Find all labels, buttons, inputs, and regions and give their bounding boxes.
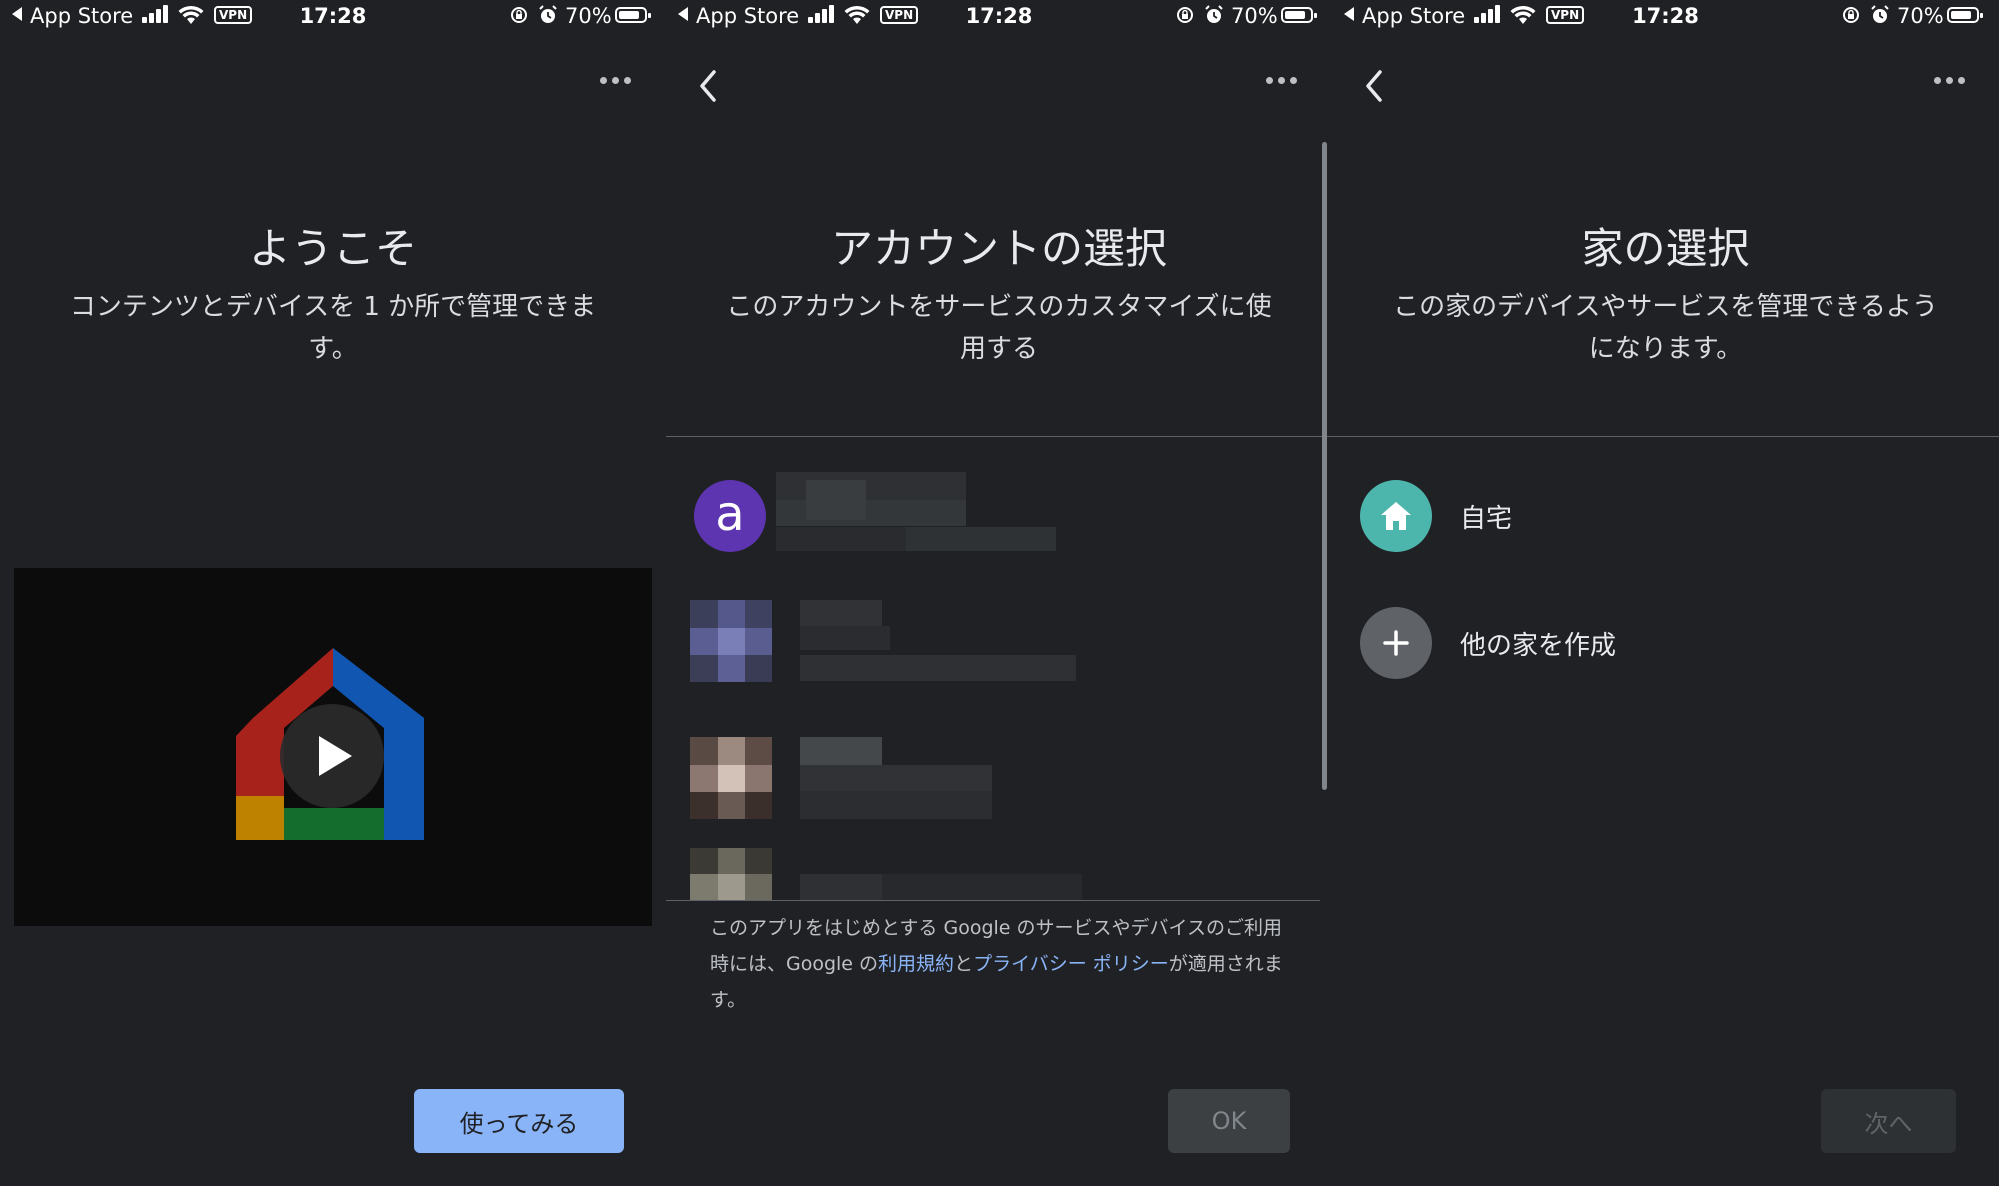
page-title: ようこそ: [248, 224, 417, 273]
welcome-screen: App Store VPN 17:28 70% ようこそ コンテンツとデバイスを…: [0, 0, 666, 1186]
create-home-label: 他の家を作成: [1460, 630, 1617, 661]
rotation-lock-icon: [511, 7, 527, 23]
page-subtitle: このアカウントをサービスのカスタマイズに使用する: [726, 292, 1272, 364]
divider: [666, 900, 1320, 901]
privacy-policy-link[interactable]: プライバシー ポリシー: [973, 953, 1169, 975]
page-subtitle: コンテンツとデバイスを 1 か所で管理できます。: [69, 292, 597, 364]
back-arrow-icon[interactable]: [1360, 66, 1390, 106]
avatar: [690, 600, 772, 682]
home-select-screen: App Store VPN 17:28 70% 家の選択 この家のデバイスやサー…: [1332, 0, 1999, 1186]
battery-percent: 70%: [1897, 4, 1944, 28]
home-option[interactable]: 自宅: [1360, 480, 1512, 552]
alarm-icon: [1205, 5, 1223, 23]
divider: [1332, 436, 1999, 437]
alarm-icon: [1871, 5, 1889, 23]
google-home-logo: [236, 648, 424, 840]
back-arrow-icon[interactable]: [694, 66, 724, 106]
battery-icon: [1947, 7, 1983, 23]
status-bar: App Store VPN 17:28 70%: [666, 0, 1332, 36]
intro-video[interactable]: [14, 568, 652, 926]
terms-link[interactable]: 利用規約: [878, 953, 954, 975]
status-bar: App Store VPN 17:28 70%: [1332, 0, 1999, 36]
home-option-label: 自宅: [1460, 503, 1513, 534]
home-icon: [1360, 480, 1432, 552]
rotation-lock-icon: [1843, 7, 1859, 23]
ok-button[interactable]: OK: [1168, 1089, 1290, 1153]
get-started-button[interactable]: 使ってみる: [414, 1089, 624, 1153]
create-home-option[interactable]: 他の家を作成: [1360, 607, 1616, 679]
rotation-lock-icon: [1177, 7, 1193, 23]
alarm-icon: [539, 5, 557, 23]
plus-icon: [1360, 607, 1432, 679]
battery-percent: 70%: [1231, 4, 1278, 28]
more-options-icon[interactable]: [1266, 77, 1300, 87]
more-options-icon[interactable]: [600, 77, 634, 87]
more-options-icon[interactable]: [1934, 77, 1968, 87]
page-subtitle: この家のデバイスやサービスを管理できるようになります。: [1393, 292, 1938, 364]
battery-percent: 70%: [565, 4, 612, 28]
page-title: 家の選択: [1581, 224, 1750, 273]
legal-notice: このアプリをはじめとする Google のサービスやデバイスのご利用時には、Go…: [710, 910, 1290, 1018]
avatar: [690, 848, 772, 900]
battery-icon: [1281, 7, 1317, 23]
battery-icon: [615, 7, 651, 23]
account-select-screen: App Store VPN 17:28 70% アカウントの選択 このアカウント…: [666, 0, 1332, 1186]
avatar: a: [694, 480, 766, 552]
page-title: アカウントの選択: [830, 224, 1167, 273]
legal-text: と: [954, 953, 974, 975]
avatar: [690, 737, 772, 819]
divider: [666, 436, 1332, 437]
status-bar: App Store VPN 17:28 70%: [0, 0, 666, 36]
next-button[interactable]: 次へ: [1821, 1089, 1956, 1153]
scrollbar[interactable]: [1322, 142, 1327, 790]
